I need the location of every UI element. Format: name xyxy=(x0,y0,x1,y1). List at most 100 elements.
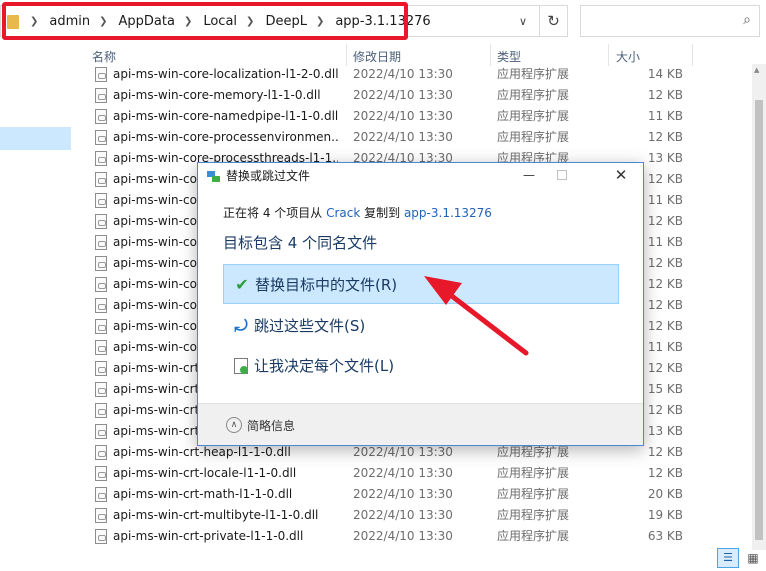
dll-file-icon xyxy=(95,214,107,229)
file-name: api-ms-win-core-processenvironmen... xyxy=(113,130,338,144)
dll-file-icon xyxy=(95,256,107,271)
dll-file-icon xyxy=(95,172,107,187)
dll-file-icon xyxy=(95,466,107,481)
file-date: 2022/4/10 13:30 xyxy=(353,67,453,81)
large-icons-view-icon[interactable]: ▦ xyxy=(743,548,763,568)
file-size: 12 KB xyxy=(647,88,683,102)
file-date: 2022/4/10 13:30 xyxy=(353,88,453,102)
file-size: 14 KB xyxy=(647,67,683,81)
breadcrumb-app-folder[interactable]: app-3.1.13276 xyxy=(335,14,430,29)
nav-selected-item[interactable] xyxy=(0,127,71,150)
file-row[interactable]: api-ms-win-crt-math-l1-1-0.dll 2022/4/10 … xyxy=(84,484,754,505)
file-name: api-ms-win-crt-locale-l1-1-0.dll xyxy=(113,466,297,480)
column-name-header[interactable]: 名称 xyxy=(92,48,116,65)
dll-file-icon xyxy=(95,382,107,397)
copy-middle: 复制到 xyxy=(360,206,404,220)
navigation-pane[interactable] xyxy=(0,44,72,571)
refresh-button[interactable]: ↻ xyxy=(540,5,568,37)
folder-icon xyxy=(7,15,19,29)
chevron-right-icon[interactable]: ❯ xyxy=(30,16,38,27)
decide-option-label: 让我决定每个文件(L) xyxy=(254,357,395,375)
skip-files-option[interactable]: ⤾ 跳过这些文件(S) xyxy=(223,306,619,346)
breadcrumb-deepl[interactable]: DeepL xyxy=(265,14,307,29)
dll-file-icon xyxy=(95,319,107,334)
copy-prefix: 正在将 4 个项目从 xyxy=(223,206,327,220)
file-name: api-ms-win-core-namedpipe-l1-1-0.dll xyxy=(113,109,338,123)
minimize-icon[interactable]: — xyxy=(514,164,544,186)
column-divider[interactable] xyxy=(608,44,609,66)
chevron-down-icon[interactable]: ∨ xyxy=(513,13,533,31)
dll-file-icon xyxy=(95,88,107,103)
file-type: 应用程序扩展 xyxy=(497,67,570,81)
chevron-right-icon[interactable]: ❯ xyxy=(246,16,254,27)
maximize-icon xyxy=(557,170,567,180)
file-row[interactable]: api-ms-win-core-memory-l1-1-0.dll 2022/4/… xyxy=(84,85,754,106)
vertical-scrollbar[interactable]: ▲ xyxy=(752,64,766,550)
file-compare-icon xyxy=(234,358,248,374)
file-row[interactable]: api-ms-win-core-namedpipe-l1-1-0.dll 2022… xyxy=(84,106,754,127)
file-size: 11 KB xyxy=(647,109,683,123)
chevron-right-icon[interactable]: ❯ xyxy=(316,16,324,27)
close-icon[interactable]: ✕ xyxy=(606,164,636,186)
file-date: 2022/4/10 13:30 xyxy=(353,487,453,501)
column-size-header[interactable]: 大小 xyxy=(616,48,640,65)
replace-files-option[interactable]: ✔ 替换目标中的文件(R) xyxy=(223,264,619,304)
scrollbar-thumb[interactable] xyxy=(755,100,763,540)
replace-option-label: 替换目标中的文件(R) xyxy=(255,276,398,294)
file-date: 2022/4/10 13:30 xyxy=(353,508,453,522)
search-input[interactable]: ⌕ xyxy=(580,5,760,37)
dll-file-icon xyxy=(95,277,107,292)
file-date: 2022/4/10 13:30 xyxy=(353,529,453,543)
breadcrumb: ❯ admin ❯ AppData ❯ Local ❯ DeepL ❯ app-… xyxy=(21,6,431,36)
search-icon: ⌕ xyxy=(743,12,751,28)
column-divider[interactable] xyxy=(346,44,347,66)
file-row[interactable]: api-ms-win-core-processenvironmen... 2022… xyxy=(84,127,754,148)
file-type: 应用程序扩展 xyxy=(497,487,570,501)
file-size: 63 KB xyxy=(647,529,683,543)
address-bar[interactable]: ❯ admin ❯ AppData ❯ Local ❯ DeepL ❯ app-… xyxy=(0,5,540,37)
file-name: api-ms-win-core-memory-l1-1-0.dll xyxy=(113,88,321,102)
file-row[interactable]: api-ms-win-core-localization-l1-2-0.dll 2… xyxy=(84,64,754,85)
dll-file-icon xyxy=(95,235,107,250)
breadcrumb-admin[interactable]: admin xyxy=(49,14,90,29)
file-date: 2022/4/10 13:30 xyxy=(353,130,453,144)
file-row[interactable]: api-ms-win-crt-locale-l1-1-0.dll 2022/4/1… xyxy=(84,463,754,484)
scroll-up-icon[interactable]: ▲ xyxy=(754,66,759,74)
skip-option-label: 跳过这些文件(S) xyxy=(254,317,366,335)
column-type-header[interactable]: 类型 xyxy=(497,48,521,65)
file-type: 应用程序扩展 xyxy=(497,529,570,543)
source-folder-link[interactable]: Crack xyxy=(326,206,360,220)
dll-file-icon xyxy=(95,298,107,313)
chevron-up-icon[interactable]: ∧ xyxy=(226,417,242,433)
column-divider[interactable] xyxy=(692,44,693,66)
dll-file-icon xyxy=(95,445,107,460)
dll-file-icon xyxy=(95,130,107,145)
dialog-title: 替换或跳过文件 xyxy=(226,169,311,183)
file-name: api-ms-win-core-localization-l1-2-0.dll xyxy=(113,67,338,81)
breadcrumb-local[interactable]: Local xyxy=(203,14,237,29)
breadcrumb-appdata[interactable]: AppData xyxy=(119,14,175,29)
dll-file-icon xyxy=(95,193,107,208)
checkmark-icon: ✔ xyxy=(235,275,249,294)
file-size: 12 KB xyxy=(647,130,683,144)
file-date: 2022/4/10 13:30 xyxy=(353,109,453,123)
dll-file-icon xyxy=(95,424,107,439)
details-view-icon[interactable]: ☰ xyxy=(717,548,739,568)
replace-or-skip-dialog: 替换或跳过文件 — ✕ 正在将 4 个项目从 Crack 复制到 app-3.1… xyxy=(197,162,644,446)
file-name: api-ms-win-crt-multibyte-l1-1-0.dll xyxy=(113,508,319,522)
file-row[interactable]: api-ms-win-crt-multibyte-l1-1-0.dll 2022/… xyxy=(84,505,754,526)
conflict-heading: 目标包含 4 个同名文件 xyxy=(223,234,378,252)
chevron-right-icon[interactable]: ❯ xyxy=(99,16,107,27)
column-date-header[interactable]: 修改日期 xyxy=(353,48,401,65)
file-type: 应用程序扩展 xyxy=(497,109,570,123)
column-divider[interactable] xyxy=(490,44,491,66)
dll-file-icon xyxy=(95,67,107,82)
dll-file-icon xyxy=(95,529,107,544)
file-row[interactable]: api-ms-win-crt-private-l1-1-0.dll 2022/4/… xyxy=(84,526,754,547)
column-header-row: 名称 修改日期 类型 大小 xyxy=(84,44,752,66)
file-type: 应用程序扩展 xyxy=(497,508,570,522)
destination-folder-link[interactable]: app-3.1.13276 xyxy=(404,206,492,220)
decide-each-file-option[interactable]: 让我决定每个文件(L) xyxy=(223,346,619,386)
chevron-right-icon[interactable]: ❯ xyxy=(184,16,192,27)
fewer-details-toggle[interactable]: 简略信息 xyxy=(247,417,295,434)
